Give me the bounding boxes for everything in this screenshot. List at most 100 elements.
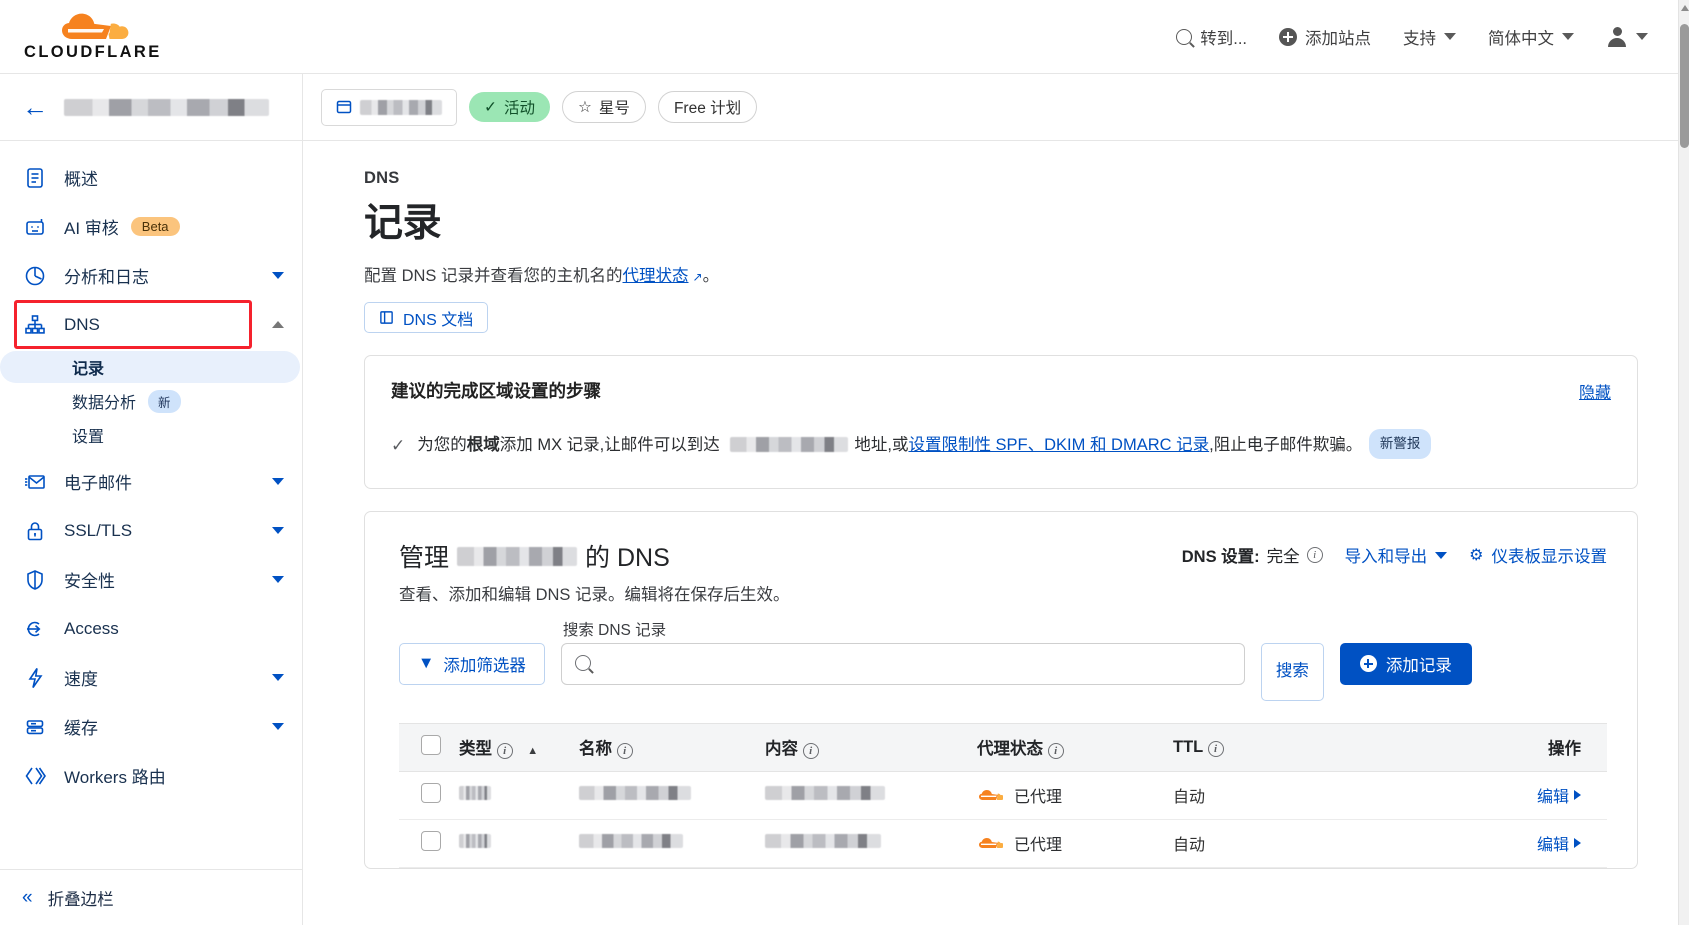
language-menu[interactable]: 简体中文 [1472, 17, 1590, 57]
column-ttl-label: TTL [1173, 738, 1203, 756]
dns-docs-label: DNS 文档 [403, 306, 473, 330]
sidebar-item-dns[interactable]: DNS [0, 300, 302, 349]
manage-dns-heading-block: 管理 的 DNS 查看、添加和编辑 DNS 记录。编辑将在保存后生效。 [399, 538, 790, 609]
chevron-down-icon[interactable] [272, 723, 284, 730]
column-type[interactable]: 类型 i ▲ [453, 723, 573, 771]
table-row[interactable]: 已代理 自动 编辑 [399, 771, 1607, 819]
column-proxy-status[interactable]: 代理状态 i [971, 723, 1167, 771]
redacted-record-content [765, 834, 881, 848]
sidebar-item-dns-records[interactable]: 记录 [0, 351, 300, 383]
search-button[interactable]: 搜索 [1261, 643, 1324, 701]
sidebar-item-workers-routes[interactable]: Workers 路由 [0, 751, 302, 800]
column-content[interactable]: 内容 i [759, 723, 971, 771]
column-ttl[interactable]: TTL i [1167, 723, 1327, 771]
table-row[interactable]: 已代理 自动 编辑 [399, 819, 1607, 867]
search-icon [575, 655, 591, 676]
proxy-status-link[interactable]: 代理状态 [623, 267, 689, 285]
info-icon[interactable]: i [497, 743, 513, 759]
info-icon[interactable]: i [1048, 743, 1064, 759]
check-icon: ✓ [391, 429, 405, 462]
proxy-status-label: 已代理 [1014, 831, 1062, 855]
pie-chart-icon [22, 263, 48, 289]
sidebar-item-label: DNS [64, 315, 100, 335]
chevron-down-icon[interactable] [272, 527, 284, 534]
sidebar-item-ai-audit[interactable]: AI 审核 Beta [0, 202, 302, 251]
lightning-icon [22, 665, 48, 691]
import-export-menu[interactable]: 导入和导出 [1345, 543, 1448, 567]
sidebar-item-ssl-tls[interactable]: SSL/TLS [0, 506, 302, 555]
go-to-search-button[interactable]: 转到... [1160, 17, 1263, 57]
sidebar-item-dns-settings[interactable]: 设置 [0, 419, 302, 451]
suggested-steps-card: 建议的完成区域设置的步骤 隐藏 ✓ 为您的根域添加 MX 记录,让邮件可以到达 … [364, 355, 1638, 489]
dns-docs-button[interactable]: DNS 文档 [364, 302, 488, 333]
chevron-down-icon [1435, 552, 1447, 559]
add-site-label: 添加站点 [1305, 25, 1371, 49]
row-checkbox[interactable] [421, 831, 441, 851]
chevron-up-icon[interactable] [272, 321, 284, 328]
chevron-down-icon[interactable] [272, 478, 284, 485]
go-to-label: 转到... [1200, 25, 1247, 49]
redacted-record-type [459, 786, 491, 800]
info-icon[interactable]: i [617, 743, 633, 759]
support-menu[interactable]: 支持 [1387, 17, 1472, 57]
zone-status-label: 活动 [504, 96, 535, 118]
sidebar-item-dns-analytics[interactable]: 数据分析 新 [0, 385, 302, 417]
suggestion-text-3: 地址,或 [854, 436, 908, 454]
add-record-button[interactable]: 添加记录 [1340, 643, 1472, 685]
scrollbar-thumb[interactable] [1680, 24, 1689, 148]
edit-label: 编辑 [1537, 783, 1569, 807]
column-name[interactable]: 名称 i [573, 723, 759, 771]
info-icon[interactable]: i [1307, 547, 1323, 563]
row-name-cell [573, 819, 759, 867]
user-avatar-icon [1606, 26, 1628, 48]
chevron-down-icon[interactable] [272, 576, 284, 583]
chevrons-left-icon: « [22, 887, 30, 909]
search-input[interactable] [561, 643, 1245, 685]
sidebar-item-security[interactable]: 安全性 [0, 555, 302, 604]
star-zone-button[interactable]: ☆ 星号 [562, 91, 646, 123]
add-filter-button[interactable]: ▼ 添加筛选器 [399, 643, 545, 685]
sidebar-item-speed[interactable]: 速度 [0, 653, 302, 702]
sidebar-item-access[interactable]: Access [0, 604, 302, 653]
chevron-down-icon[interactable] [272, 674, 284, 681]
external-link-icon: ↗ [693, 270, 703, 284]
chevron-down-icon [1562, 33, 1574, 40]
collapse-sidebar-button[interactable]: « 折叠边栏 [0, 869, 303, 925]
row-checkbox[interactable] [421, 783, 441, 803]
hide-suggestions-link[interactable]: 隐藏 [1579, 379, 1611, 403]
sidebar-item-label: 缓存 [64, 714, 98, 739]
sidebar-item-email[interactable]: 电子邮件 [0, 457, 302, 506]
chevron-down-icon[interactable] [272, 272, 284, 279]
sidebar-item-label: Workers 路由 [64, 763, 166, 788]
edit-label: 编辑 [1537, 831, 1569, 855]
zone-back-button[interactable]: ← [0, 74, 302, 141]
plan-badge[interactable]: Free 计划 [658, 91, 757, 123]
funnel-icon: ▼ [418, 654, 434, 673]
account-menu[interactable] [1590, 18, 1664, 56]
sort-asc-icon[interactable]: ▲ [527, 745, 538, 757]
sidebar-item-cache[interactable]: 缓存 [0, 702, 302, 751]
cloudflare-cloud-icon [977, 836, 1003, 850]
cloudflare-logo[interactable]: CLOUDFLARE [24, 12, 162, 62]
proxy-status-value: 已代理 [977, 783, 1161, 807]
star-label: 星号 [599, 96, 630, 118]
dashboard-display-settings-button[interactable]: ⚙ 仪表板显示设置 [1469, 543, 1607, 567]
sidebar-item-overview[interactable]: 概述 [0, 153, 302, 202]
edit-record-button[interactable]: 编辑 [1537, 783, 1581, 807]
row-checkbox-cell [399, 819, 453, 867]
redacted-record-type [459, 834, 491, 848]
select-all-checkbox[interactable] [421, 735, 441, 755]
add-site-button[interactable]: 添加站点 [1263, 17, 1387, 57]
info-icon[interactable]: i [1208, 741, 1224, 757]
scroll-up-arrow-icon[interactable] [1681, 5, 1689, 11]
zone-name-chip[interactable] [321, 89, 457, 126]
dns-settings-label: DNS 设置: [1182, 543, 1260, 567]
edit-record-button[interactable]: 编辑 [1537, 831, 1581, 855]
page-scrollbar[interactable] [1678, 0, 1689, 925]
spf-dkim-dmarc-link[interactable]: 设置限制性 SPF、DKIM 和 DMARC 记录 [908, 436, 1209, 454]
sidebar-item-analytics[interactable]: 分析和日志 [0, 251, 302, 300]
redacted-record-name [579, 834, 683, 848]
sidebar-item-label: 电子邮件 [64, 469, 132, 494]
ai-robot-icon [22, 214, 48, 240]
info-icon[interactable]: i [803, 743, 819, 759]
